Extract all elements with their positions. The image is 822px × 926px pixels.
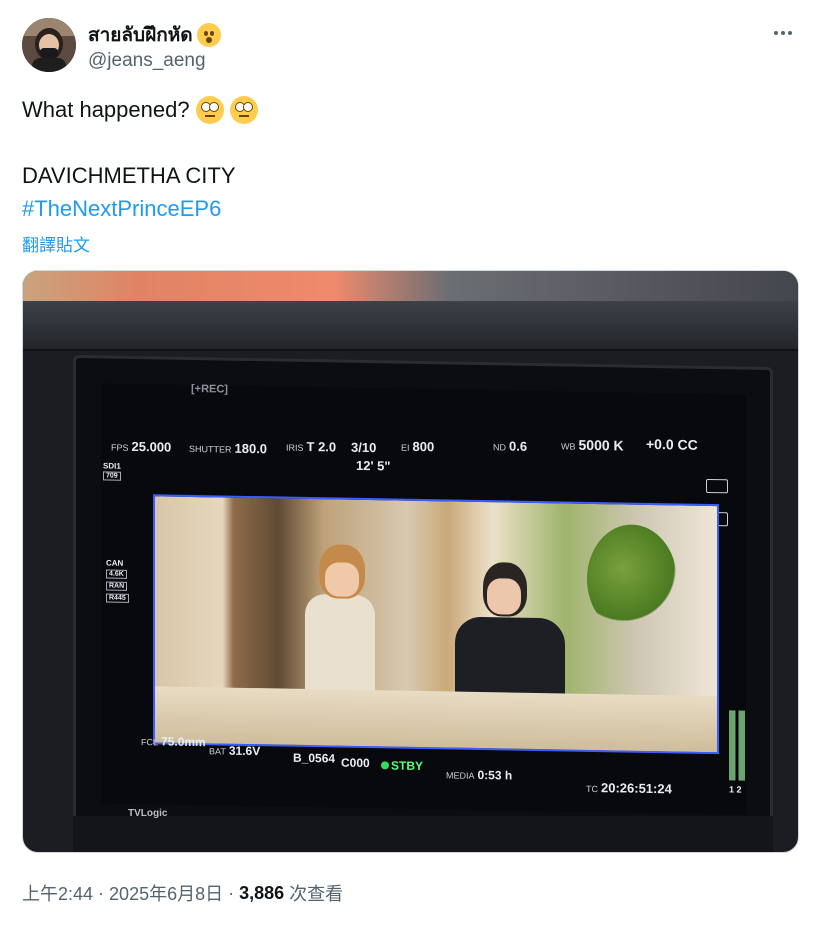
hud-clip-code: C000 bbox=[341, 755, 370, 771]
tweet-footer: 上午2:44 · 2025年6月8日 · 3,886 次查看 bbox=[22, 880, 343, 906]
monitor-screen: [+REC] FPS 25.000 SHUTTER 180.0 IRIS T 2.0 … bbox=[101, 382, 746, 815]
views-count[interactable]: 3,886 bbox=[239, 883, 284, 904]
hud-ei-value: 800 bbox=[412, 438, 435, 455]
author-name-row[interactable]: สายลับฝึกหัด bbox=[88, 20, 221, 50]
hud-bat-value: 31.6V bbox=[228, 743, 261, 759]
more-dot-icon bbox=[781, 31, 785, 35]
author-display-name[interactable]: สายลับฝึกหัด bbox=[88, 20, 193, 50]
hud-status: STBY bbox=[381, 758, 423, 773]
tweet-text-line-1: What happened? bbox=[22, 96, 258, 124]
hud-fraction: 3/10 bbox=[351, 439, 377, 456]
hud-iris-label: IRIS bbox=[286, 442, 304, 453]
more-dot-icon bbox=[788, 31, 792, 35]
hud-fps-label: FPS bbox=[111, 442, 129, 453]
hud-tc-value: 20:26:51:24 bbox=[601, 780, 672, 797]
hud-fcl-value: 75.0mm bbox=[161, 734, 206, 750]
hud-wb-value: 5000 K bbox=[578, 436, 624, 454]
hud-can-line: RAN bbox=[106, 581, 128, 591]
rolling-eyes-emoji-icon bbox=[229, 96, 258, 124]
audio-meter-label: 1 2 bbox=[729, 784, 742, 795]
hud-ei-label: EI bbox=[401, 442, 410, 453]
hud-ei: EI 800 bbox=[401, 438, 435, 455]
hud-fcl-label: FCL bbox=[141, 737, 159, 748]
tweet-time[interactable]: 上午2:44 bbox=[22, 880, 93, 906]
hud-fps: FPS 25.000 bbox=[111, 439, 171, 455]
hud-status-value: STBY bbox=[391, 758, 424, 774]
hud-tc-label: TC bbox=[586, 783, 598, 795]
hud-can-label: CAN bbox=[106, 558, 124, 568]
hud-tc: TC 20:26:51:24 bbox=[586, 780, 672, 796]
hud-iris: IRIS T 2.0 bbox=[286, 439, 336, 455]
hud-bat: BAT 31.6V bbox=[209, 743, 261, 759]
hud-rec-indicator: [+REC] bbox=[191, 382, 228, 396]
hashtag-link[interactable]: #TheNextPrinceEP6 bbox=[22, 196, 221, 222]
views-label: 次查看 bbox=[289, 884, 344, 904]
hud-sdi-value: 709 bbox=[103, 471, 121, 481]
hud-cc: +0.0 CC bbox=[646, 435, 698, 453]
hud-fcl: FCL 75.0mm bbox=[141, 734, 206, 749]
status-dot-icon bbox=[381, 761, 389, 770]
more-dot-icon bbox=[774, 31, 778, 35]
usb-icon bbox=[706, 478, 728, 494]
hud-nd-value: 0.6 bbox=[509, 438, 528, 454]
hud-nd: ND 0.6 bbox=[493, 438, 527, 454]
tweet-text-line-2: DAVICHMETHA CITY bbox=[22, 163, 236, 188]
monitor-hood bbox=[23, 301, 798, 351]
hud-wb-label: WB bbox=[561, 441, 576, 452]
footer-separator: · bbox=[98, 882, 105, 903]
author-handle[interactable]: @jeans_aeng bbox=[88, 50, 206, 72]
hud-clip: B_0564 bbox=[293, 750, 336, 766]
hud-shutter-label: SHUTTER bbox=[189, 443, 232, 455]
hud-bat-label: BAT bbox=[209, 746, 226, 757]
tweet-text: What happened? bbox=[22, 97, 190, 122]
hud-media: MEDIA 0:53 h bbox=[446, 767, 513, 783]
hud-media-label: MEDIA bbox=[446, 770, 475, 781]
hud-iris-value: T 2.0 bbox=[306, 438, 337, 455]
avatar-image bbox=[22, 18, 76, 72]
hud-distance: 12' 5" bbox=[356, 457, 391, 474]
hud-media-value: 0:53 h bbox=[477, 767, 513, 783]
monitor-brand: TVLogic bbox=[128, 808, 168, 819]
hud-can-line: 4.6K bbox=[106, 569, 127, 579]
hud-nd-label: ND bbox=[493, 442, 506, 453]
hud-shutter: SHUTTER 180.0 bbox=[189, 440, 268, 457]
plant-shape bbox=[587, 523, 677, 636]
monitor-chin: TVLogic bbox=[73, 808, 773, 852]
astonished-face-icon bbox=[196, 23, 221, 47]
footer-separator: · bbox=[228, 882, 235, 903]
avatar[interactable] bbox=[22, 18, 76, 72]
hud-wb: WB 5000 K bbox=[561, 436, 624, 454]
hud-shutter-value: 180.0 bbox=[234, 440, 268, 457]
audio-meter bbox=[729, 710, 745, 781]
hud-sdi-label: SDI1 bbox=[103, 461, 121, 471]
rolling-eyes-emoji-icon bbox=[195, 96, 224, 124]
translate-post-link[interactable]: 翻譯貼文 bbox=[22, 231, 90, 256]
tweet-photo[interactable]: [+REC] FPS 25.000 SHUTTER 180.0 IRIS T 2.0 … bbox=[22, 270, 799, 853]
hud-fps-value: 25.000 bbox=[131, 438, 172, 455]
hud-can-line: R445 bbox=[106, 593, 129, 603]
tweet-card: สายลับฝึกหัด @jeans_aeng What happened? … bbox=[0, 0, 822, 926]
tweet-date[interactable]: 2025年6月8日 bbox=[109, 880, 223, 906]
camera-preview-frame bbox=[153, 494, 719, 755]
more-options-button[interactable] bbox=[766, 22, 800, 44]
field-monitor: [+REC] FPS 25.000 SHUTTER 180.0 IRIS T 2.0 … bbox=[73, 354, 773, 838]
